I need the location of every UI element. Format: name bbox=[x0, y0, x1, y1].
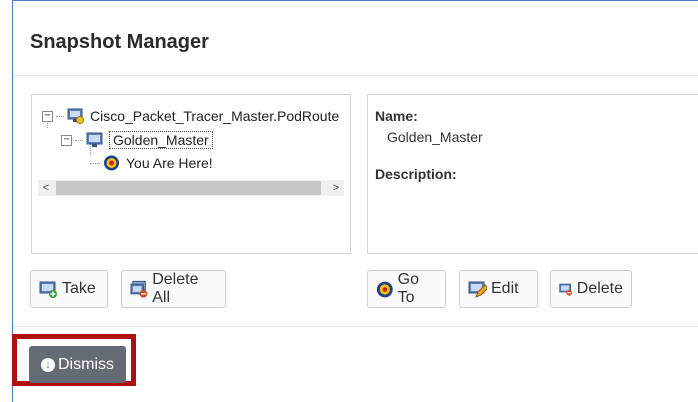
tree-horizontal-scrollbar[interactable]: < > bbox=[38, 180, 344, 196]
dialog-title: Snapshot Manager bbox=[30, 31, 209, 53]
scroll-left-icon[interactable]: < bbox=[38, 180, 54, 196]
delete-button-label: Delete bbox=[576, 280, 623, 297]
name-label: Name: bbox=[375, 108, 418, 124]
target-icon bbox=[376, 281, 393, 297]
arrow-down-circle-icon: ↓ bbox=[41, 357, 55, 372]
tree-node-golden-master[interactable]: − Golden_Master bbox=[61, 131, 213, 149]
description-label: Description: bbox=[375, 166, 457, 182]
dismiss-button-label: Dismiss bbox=[58, 355, 114, 373]
delete-all-icon bbox=[130, 280, 148, 298]
dismiss-button[interactable]: ↓ Dismiss bbox=[29, 346, 126, 383]
edit-button[interactable]: Edit bbox=[459, 270, 538, 308]
delete-button[interactable]: Delete bbox=[550, 270, 632, 308]
tree-node-root-label: Cisco_Packet_Tracer_Master.PodRoute bbox=[90, 108, 340, 124]
delete-snapshot-icon bbox=[559, 283, 573, 296]
snapshot-info-panel: Name: Golden_Master Description: bbox=[367, 94, 698, 254]
take-button-label: Take bbox=[62, 280, 96, 297]
tree-node-you-are-here-label: You Are Here! bbox=[126, 155, 213, 171]
take-button[interactable]: Take bbox=[30, 270, 108, 308]
collapse-icon[interactable]: − bbox=[42, 110, 53, 122]
footer-divider bbox=[13, 326, 698, 327]
edit-snapshot-icon bbox=[468, 281, 487, 298]
vm-snapshot-icon bbox=[67, 108, 84, 124]
snapshot-manager-dialog: Snapshot Manager − Cisco_Packet_Tracer_M… bbox=[12, 0, 698, 402]
tree-dots bbox=[90, 162, 100, 164]
scroll-thumb[interactable] bbox=[56, 181, 321, 195]
go-to-button[interactable]: Go To bbox=[367, 270, 446, 308]
delete-all-button-label: Delete All bbox=[152, 271, 199, 306]
delete-all-button[interactable]: Delete All bbox=[121, 270, 226, 308]
tree-dots bbox=[75, 139, 83, 141]
edit-button-label: Edit bbox=[491, 280, 519, 297]
snapshot-icon bbox=[86, 132, 103, 147]
take-snapshot-icon bbox=[39, 281, 57, 298]
go-to-button-label: Go To bbox=[397, 271, 419, 306]
tree-node-root[interactable]: − Cisco_Packet_Tracer_Master.PodRoute bbox=[42, 108, 339, 124]
name-value: Golden_Master bbox=[387, 129, 483, 145]
snapshot-tree-panel: − Cisco_Packet_Tracer_Master.PodRoute − … bbox=[31, 94, 351, 254]
dialog-header: Snapshot Manager bbox=[13, 1, 698, 76]
tree-node-you-are-here[interactable]: You Are Here! bbox=[90, 155, 213, 171]
tree-dots bbox=[56, 115, 64, 117]
scroll-right-icon[interactable]: > bbox=[328, 180, 344, 196]
target-icon bbox=[104, 155, 119, 171]
tree-node-golden-master-label: Golden_Master bbox=[109, 131, 213, 149]
collapse-icon[interactable]: − bbox=[61, 134, 72, 146]
